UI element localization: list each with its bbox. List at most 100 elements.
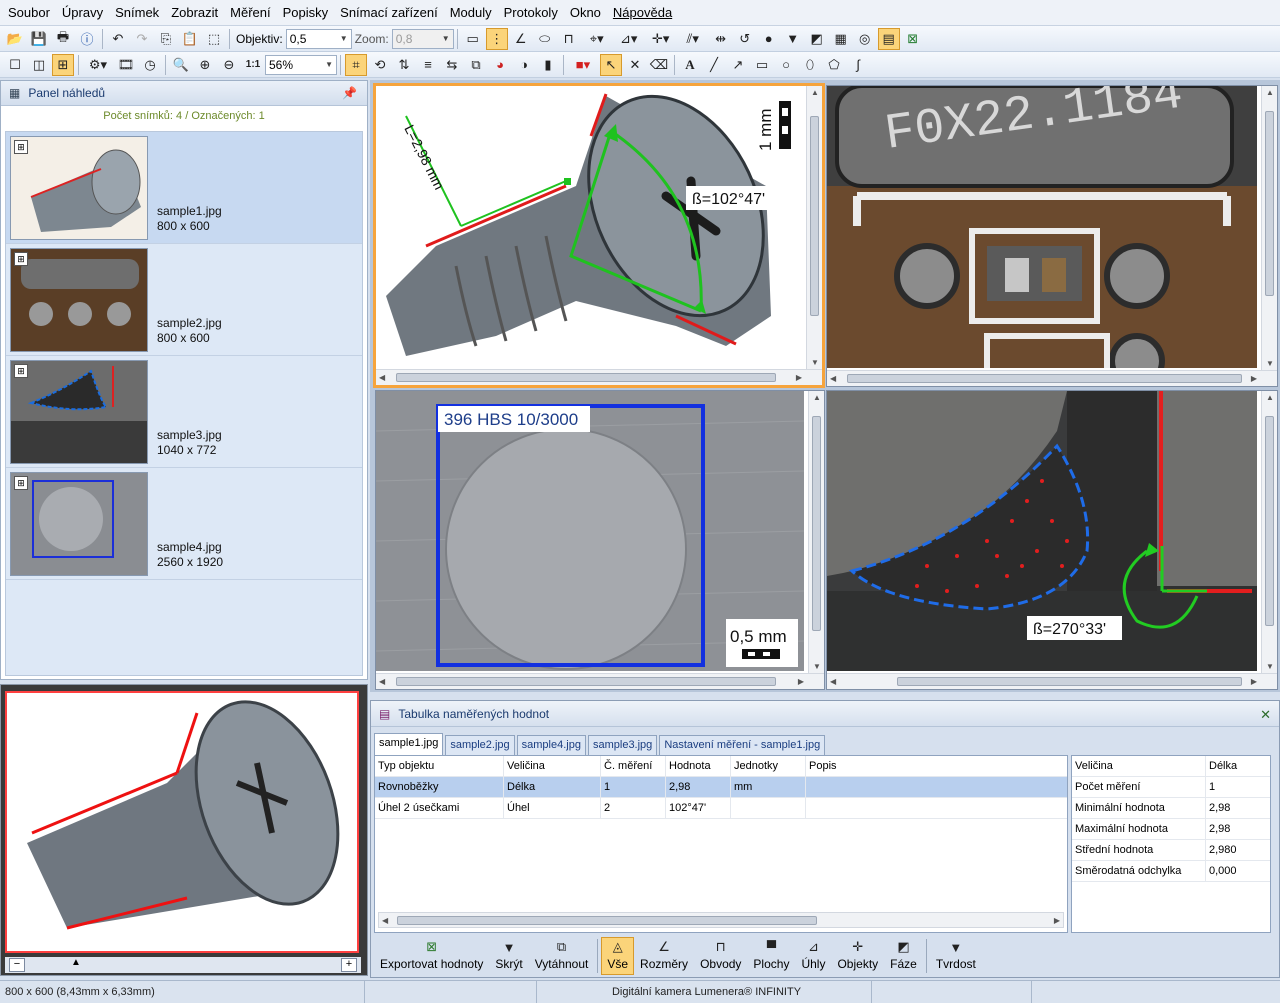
tab-sample4[interactable]: sample4.jpg (516, 735, 586, 755)
crop-icon[interactable]: ⌗ (345, 53, 367, 76)
scroll-thumb[interactable] (847, 374, 1242, 383)
rotate-icon[interactable]: ⟲ (369, 54, 391, 76)
scroll-up-icon[interactable]: ▲ (811, 88, 819, 97)
scroll-left-icon[interactable]: ◀ (379, 677, 385, 686)
thumbnail-item[interactable]: ⊞ sample3.jpg 1040 x 772 (6, 356, 362, 468)
layout-split-icon[interactable]: ◫ (28, 54, 50, 76)
redo-icon[interactable]: ↷ (131, 28, 153, 50)
image-view-chip[interactable]: F0X22.1184 ▲ ▼ ◀ ▶ (826, 85, 1278, 387)
scroll-right-icon[interactable]: ▶ (796, 373, 802, 382)
tab-sample2[interactable]: sample2.jpg (445, 735, 515, 755)
thumbnail-item[interactable]: ⊞ sample1.jpg 800 x 600 (6, 132, 362, 244)
screw-horizontal-scrollbar[interactable]: ◀ ▶ (376, 369, 822, 385)
zoom-select[interactable]: 0,8 ▼ (391, 28, 454, 49)
weld-horizontal-scrollbar[interactable]: ◀ ▶ (827, 673, 1277, 689)
nav-slider-handle-icon[interactable]: ▲ (71, 957, 81, 968)
flip-icon[interactable]: ⇅ (393, 54, 415, 76)
menu-zobrazit[interactable]: Zobrazit (165, 0, 224, 26)
scroll-down-icon[interactable]: ▼ (811, 358, 819, 367)
menu-snimek[interactable]: Snímek (109, 0, 165, 26)
zoom-fit-icon[interactable]: 🔍 (170, 54, 192, 76)
filter-dimensions-button[interactable]: ∠ Rozměry (634, 937, 694, 975)
chip-horizontal-scrollbar[interactable]: ◀ ▶ (827, 370, 1277, 386)
layout-single-icon[interactable]: ☐ (4, 54, 26, 76)
vertical-lines-icon[interactable]: ⋮ (485, 27, 508, 50)
weld-vertical-scrollbar[interactable]: ▲ ▼ (1261, 391, 1277, 689)
layout-grid-icon[interactable]: ⊞ (52, 53, 74, 76)
scroll-left-icon[interactable]: ◀ (382, 916, 388, 925)
menu-napoveda[interactable]: Nápověda (607, 0, 678, 26)
table-row[interactable]: Úhel 2 úsečkami Úhel 2 102°47' (375, 798, 1067, 819)
text-tool-icon[interactable]: A (679, 54, 701, 76)
select-region-icon[interactable]: ⬚ (203, 28, 225, 50)
film-icon[interactable]: 🎞 (115, 54, 137, 76)
ellipse-tool-icon[interactable]: ⬭ (534, 28, 556, 50)
table-row[interactable]: Rovnoběžky Délka 1 2,98 mm (375, 777, 1067, 798)
filter-all-button[interactable]: ◬ Vše (601, 937, 635, 975)
info-icon[interactable]: ⓘ (76, 28, 98, 50)
hardness-horizontal-scrollbar[interactable]: ◀ ▶ (376, 673, 824, 689)
circle-tool-icon[interactable]: ○ (775, 54, 797, 76)
thumbnail-item[interactable]: ⊞ sample4.jpg 2560 x 1920 (6, 468, 362, 580)
filter-phases-button[interactable]: ◩ Fáze (884, 937, 923, 975)
scroll-right-icon[interactable]: ▶ (1054, 916, 1060, 925)
angle-tool-icon[interactable]: ∠ (510, 28, 532, 50)
excel-icon[interactable]: ⊠ (902, 28, 924, 50)
timer-icon[interactable]: ◷ (139, 54, 161, 76)
scroll-thumb[interactable] (1265, 111, 1274, 296)
image-view-weld[interactable]: ß=270°33' ▲ ▼ ◀ ▶ (826, 390, 1278, 690)
hide-button[interactable]: ▼ Skrýt (489, 937, 528, 975)
image-view-hardness[interactable]: 396 HBS 10/3000 0,5 mm ▲ ▼ ◀ ▶ (375, 390, 825, 690)
fill-tool-icon[interactable]: ● (758, 28, 780, 50)
distance-tool-icon[interactable]: ⇹ (710, 28, 732, 50)
menu-moduly[interactable]: Moduly (444, 0, 498, 26)
undo-icon[interactable]: ↶ (107, 28, 129, 50)
line-tool-icon[interactable]: ╱ (703, 54, 725, 76)
filter-icon[interactable]: ⧉ (465, 54, 487, 76)
color-picker-icon[interactable]: ■▾ (568, 54, 598, 76)
pin-icon[interactable]: 📌 (342, 86, 357, 100)
align-icon[interactable]: ≡ (417, 54, 439, 76)
scroll-thumb[interactable] (396, 677, 776, 686)
tab-sample1[interactable]: sample1.jpg (374, 733, 444, 755)
parallel-tool-icon[interactable]: ⫽▾ (678, 28, 708, 50)
navigator-view[interactable] (5, 691, 359, 953)
column-header[interactable]: Jednotky (731, 756, 806, 776)
scroll-thumb[interactable] (396, 373, 776, 382)
scroll-left-icon[interactable]: ◀ (830, 374, 836, 383)
histogram-icon[interactable]: ▮ (537, 54, 559, 76)
hardness-vertical-scrollbar[interactable]: ▲ ▼ (808, 391, 824, 689)
scroll-right-icon[interactable]: ▶ (1251, 677, 1257, 686)
arrow-tool-icon[interactable]: ↗ (727, 54, 749, 76)
scroll-thumb[interactable] (897, 677, 1242, 686)
horizontal-lines-icon[interactable]: ▭ (462, 28, 484, 50)
color-channels-icon[interactable]: ◕ (489, 54, 511, 76)
menu-upravy[interactable]: Úpravy (56, 0, 109, 26)
grid-horizontal-scrollbar[interactable]: ◀ ▶ (378, 912, 1064, 928)
filter-perimeters-button[interactable]: ⊓ Obvody (694, 937, 747, 975)
menu-okno[interactable]: Okno (564, 0, 607, 26)
column-header[interactable]: Č. měření (601, 756, 666, 776)
scroll-down-icon[interactable]: ▼ (1266, 662, 1274, 671)
scroll-left-icon[interactable]: ◀ (379, 373, 385, 382)
export-values-button[interactable]: ⊠ Exportovat hodnoty (374, 937, 489, 975)
filter-angles-button[interactable]: ⊿ Úhly (795, 937, 831, 975)
zoom-out-icon[interactable]: ⊖ (218, 54, 240, 76)
camera-dropdown-icon[interactable]: ⚙▾ (83, 54, 113, 76)
nav-zoom-in-button[interactable]: + (341, 958, 357, 972)
contrast-adjust-icon[interactable]: ◑ (513, 54, 535, 76)
column-header[interactable]: Typ objektu (375, 756, 504, 776)
scroll-left-icon[interactable]: ◀ (830, 677, 836, 686)
zoom-in-icon[interactable]: ⊕ (194, 54, 216, 76)
scroll-right-icon[interactable]: ▶ (1251, 374, 1257, 383)
polygon-draw-icon[interactable]: ⬠ (823, 54, 845, 76)
scroll-thumb[interactable] (1265, 416, 1274, 626)
scroll-down-icon[interactable]: ▼ (1266, 359, 1274, 368)
delete-icon[interactable]: ✕ (624, 54, 646, 76)
close-icon[interactable]: ✕ (1260, 707, 1271, 723)
column-header[interactable]: Popis (806, 756, 1067, 776)
polygon-tool-icon[interactable]: ⌖▾ (582, 28, 612, 50)
grid-icon[interactable]: ▦ (830, 28, 852, 50)
scroll-thumb[interactable] (812, 416, 821, 631)
open-folder-icon[interactable]: 📂 (4, 28, 26, 50)
